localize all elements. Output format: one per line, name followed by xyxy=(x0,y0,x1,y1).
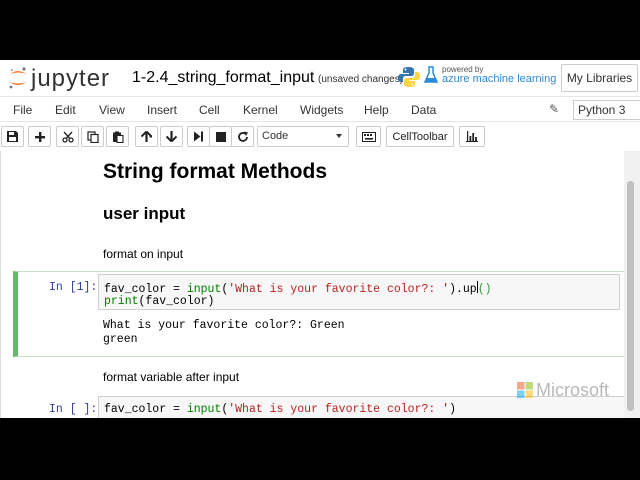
menu-widgets[interactable]: Widgets xyxy=(300,103,343,117)
menu-data[interactable]: Data xyxy=(411,103,436,117)
notebook-title[interactable]: 1-2.4_string_format_input xyxy=(132,69,314,87)
keyboard-icon xyxy=(361,131,376,142)
menu-kernel[interactable]: Kernel xyxy=(243,103,278,117)
notebook-container[interactable]: String format Methods user input format … xyxy=(0,151,640,418)
python-icon xyxy=(398,67,420,87)
copy-button[interactable] xyxy=(81,126,104,147)
input-prompt: In [ ]: xyxy=(49,403,98,416)
markdown-text-1: format on input xyxy=(103,247,184,261)
microsoft-watermark: Microsoft xyxy=(517,379,609,401)
stop-icon xyxy=(215,131,226,142)
code-line-2[interactable]: print(fav_color) xyxy=(104,295,214,308)
arrow-up-icon xyxy=(141,131,152,142)
output-line-2: green xyxy=(103,333,138,346)
cell-type-value: Code xyxy=(262,130,289,142)
menu-file[interactable]: File xyxy=(13,103,32,117)
input-prompt: In [1]: xyxy=(49,281,98,294)
markdown-heading-1: String format Methods xyxy=(103,160,327,183)
header: jupyter 1-2.4_string_format_input (unsav… xyxy=(0,60,640,96)
microsoft-logo-icon xyxy=(517,382,533,398)
output-line-1: What is your favorite color?: Green xyxy=(103,319,345,332)
move-up-button[interactable] xyxy=(135,126,158,147)
code-method: .up xyxy=(456,283,477,296)
autosave-status: (unsaved changes) xyxy=(318,74,404,85)
flask-icon xyxy=(424,66,438,83)
code-close-paren: ) xyxy=(449,283,456,296)
run-button[interactable] xyxy=(187,126,210,147)
stop-button[interactable] xyxy=(209,126,232,147)
my-libraries-button[interactable]: My Libraries xyxy=(561,64,638,92)
run-icon xyxy=(194,131,203,142)
notebook-page: String format Methods user input format … xyxy=(0,151,630,418)
logo-text: jupyter xyxy=(31,64,111,92)
jupyter-app: jupyter 1-2.4_string_format_input (unsav… xyxy=(0,60,640,418)
menu-edit[interactable]: Edit xyxy=(55,103,76,117)
code-parens: () xyxy=(477,283,492,296)
code-string: 'What is your favorite color?: ' xyxy=(228,403,450,416)
toolbar: Code CellToolbar xyxy=(0,123,640,151)
code-args: (fav_color) xyxy=(138,295,215,308)
save-icon xyxy=(7,131,18,142)
arrow-down-icon xyxy=(166,131,177,142)
save-button[interactable] xyxy=(1,126,24,147)
chevron-down-icon xyxy=(336,134,342,138)
menubar: File Edit View Insert Cell Kernel Widget… xyxy=(0,96,640,122)
scrollbar-thumb[interactable] xyxy=(627,181,634,411)
code-string: 'What is your favorite color?: ' xyxy=(228,283,450,296)
azure-ml-label: azure machine learning xyxy=(442,73,557,85)
menu-view[interactable]: View xyxy=(99,103,125,117)
menu-insert[interactable]: Insert xyxy=(147,103,177,117)
microsoft-wordmark: Microsoft xyxy=(536,379,610,400)
cut-button[interactable] xyxy=(56,126,79,147)
edit-pencil-icon[interactable]: ✎ xyxy=(549,102,559,116)
code-builtin: input xyxy=(186,403,222,416)
bar-chart-icon xyxy=(466,131,478,142)
markdown-text-2: format variable after input xyxy=(103,370,240,384)
restart-button[interactable] xyxy=(231,126,254,147)
code-line-1[interactable]: fav_color = input('What is your favorite… xyxy=(104,403,456,416)
jupyter-logo-icon xyxy=(9,67,26,89)
insert-cell-button[interactable] xyxy=(28,126,51,147)
paste-icon xyxy=(112,131,124,143)
code-var: fav_color = xyxy=(104,403,187,416)
jupyter-logo[interactable]: jupyter xyxy=(8,64,111,92)
command-palette-button[interactable] xyxy=(356,126,381,147)
code-builtin: print xyxy=(104,295,139,308)
menu-cell[interactable]: Cell xyxy=(199,103,220,117)
cut-icon xyxy=(61,131,74,143)
plus-icon xyxy=(34,131,45,142)
cell-toolbar-button[interactable]: CellToolbar xyxy=(386,126,454,147)
menu-help[interactable]: Help xyxy=(364,103,389,117)
azure-ml-badge: powered by azure machine learning xyxy=(398,64,558,94)
markdown-heading-2: user input xyxy=(103,204,186,223)
code-line-1[interactable]: fav_color = input('What is your favorite… xyxy=(104,281,492,296)
cell-type-select[interactable]: Code xyxy=(257,126,349,147)
copy-icon xyxy=(86,130,99,143)
restart-icon xyxy=(237,131,248,142)
kernel-indicator[interactable]: Python 3 xyxy=(573,100,640,120)
paste-button[interactable] xyxy=(106,126,129,147)
chart-button[interactable] xyxy=(459,126,485,147)
move-down-button[interactable] xyxy=(160,126,183,147)
code-close-paren: ) xyxy=(449,403,456,416)
